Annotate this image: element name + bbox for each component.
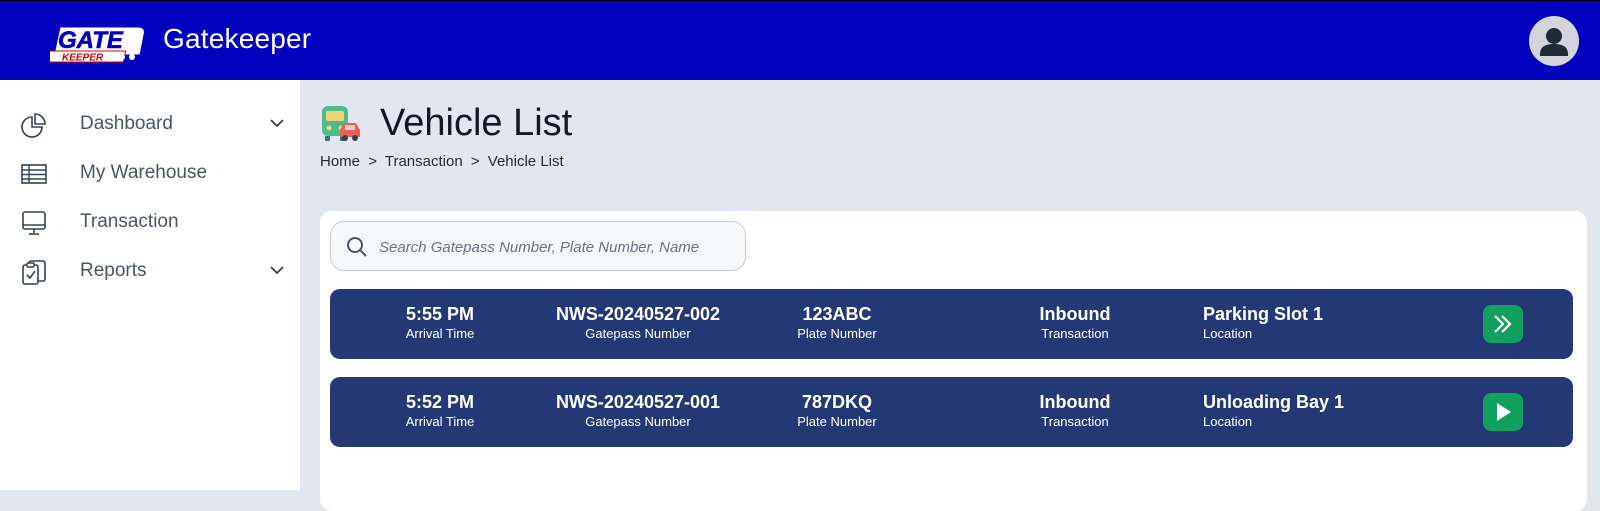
- breadcrumb-home[interactable]: Home: [320, 153, 360, 170]
- sidebar-item-label: Dashboard: [80, 113, 173, 134]
- sidebar-item-dashboard[interactable]: Dashboard: [0, 102, 300, 146]
- user-avatar[interactable]: [1529, 16, 1579, 66]
- sidebar-item-reports[interactable]: Reports: [0, 249, 300, 293]
- sidebar-item-transaction[interactable]: Transaction: [0, 200, 300, 244]
- arrival-time-label: Arrival Time: [405, 326, 475, 341]
- plate-value: 123ABC: [802, 304, 872, 324]
- location-value: Unloading Bay 1: [1203, 392, 1345, 412]
- sidebar-item-label: My Warehouse: [80, 162, 208, 183]
- plate-cell: 123ABC Plate Number: [777, 303, 897, 343]
- plate-label: Plate Number: [797, 414, 877, 429]
- sidebar: Dashboard My Warehouse Transaction Repor…: [0, 80, 300, 490]
- breadcrumb: Home > Transaction > Vehicle List: [320, 153, 568, 170]
- sidebar-item-my-warehouse[interactable]: My Warehouse: [0, 151, 300, 195]
- transaction-cell: Inbound Transaction: [1020, 391, 1130, 431]
- gatepass-cell: NWS-20240527-001 Gatepass Number: [548, 391, 728, 431]
- arrival-time-cell: 5:52 PM Arrival Time: [380, 391, 500, 431]
- vehicle-row[interactable]: 5:55 PM Arrival Time NWS-20240527-002 Ga…: [330, 289, 1573, 359]
- search-box: [330, 221, 746, 271]
- location-cell: Unloading Bay 1 Location: [1203, 391, 1403, 431]
- transaction-label: Transaction: [1041, 326, 1109, 341]
- vehicles-icon: [322, 106, 360, 141]
- vehicle-list-card: 5:55 PM Arrival Time NWS-20240527-002 Ga…: [320, 211, 1587, 511]
- arrival-time-value: 5:52 PM: [405, 392, 475, 412]
- monitor-icon: [22, 211, 46, 235]
- user-icon: [1540, 28, 1568, 56]
- breadcrumb-separator: >: [470, 153, 480, 170]
- plate-cell: 787DKQ Plate Number: [777, 391, 897, 431]
- breadcrumb-current: Vehicle List: [487, 153, 564, 170]
- double-chevron-right-icon: [1494, 315, 1512, 333]
- location-cell: Parking Slot 1 Location: [1203, 303, 1403, 343]
- clipboard-icon: [22, 260, 46, 285]
- search-input[interactable]: [379, 234, 729, 260]
- transaction-value: Inbound: [1039, 304, 1111, 324]
- page-title: Vehicle List: [380, 102, 573, 144]
- gatepass-cell: NWS-20240527-002 Gatepass Number: [548, 303, 728, 343]
- sidebar-item-label: Transaction: [80, 211, 179, 232]
- gatepass-label: Gatepass Number: [585, 326, 691, 341]
- search-icon: [347, 237, 367, 257]
- location-label: Location: [1203, 326, 1253, 341]
- start-button[interactable]: [1483, 393, 1523, 431]
- chevron-down-icon: [270, 266, 284, 275]
- arrival-time-cell: 5:55 PM Arrival Time: [380, 303, 500, 343]
- top-bar: GATE KEEPER Gatekeeper: [0, 0, 1600, 80]
- transaction-label: Transaction: [1041, 414, 1109, 429]
- plate-value: 787DKQ: [801, 392, 873, 412]
- app-title: Gatekeeper: [163, 23, 312, 54]
- svg-text:GATE: GATE: [58, 27, 124, 54]
- transaction-cell: Inbound Transaction: [1020, 303, 1130, 343]
- pie-chart-icon: [21, 113, 46, 138]
- table-icon: [21, 164, 47, 184]
- gatekeeper-logo[interactable]: GATE KEEPER: [44, 21, 148, 65]
- svg-text:KEEPER: KEEPER: [62, 53, 104, 64]
- plate-label: Plate Number: [797, 326, 877, 341]
- location-label: Location: [1203, 414, 1253, 429]
- gatepass-value: NWS-20240527-002: [555, 304, 721, 324]
- gatepass-label: Gatepass Number: [585, 414, 691, 429]
- arrival-time-label: Arrival Time: [405, 414, 475, 429]
- proceed-button[interactable]: [1483, 305, 1523, 343]
- vehicle-row[interactable]: 5:52 PM Arrival Time NWS-20240527-001 Ga…: [330, 377, 1573, 447]
- chevron-down-icon: [270, 119, 284, 128]
- play-icon: [1497, 403, 1511, 421]
- breadcrumb-separator: >: [368, 153, 377, 170]
- location-value: Parking Slot 1: [1203, 304, 1324, 324]
- main-content: Vehicle List Home > Transaction > Vehicl…: [300, 80, 1600, 511]
- breadcrumb-transaction[interactable]: Transaction: [385, 153, 463, 170]
- arrival-time-value: 5:55 PM: [405, 304, 475, 324]
- gatepass-value: NWS-20240527-001: [555, 392, 721, 412]
- sidebar-item-label: Reports: [80, 260, 147, 281]
- transaction-value: Inbound: [1039, 392, 1111, 412]
